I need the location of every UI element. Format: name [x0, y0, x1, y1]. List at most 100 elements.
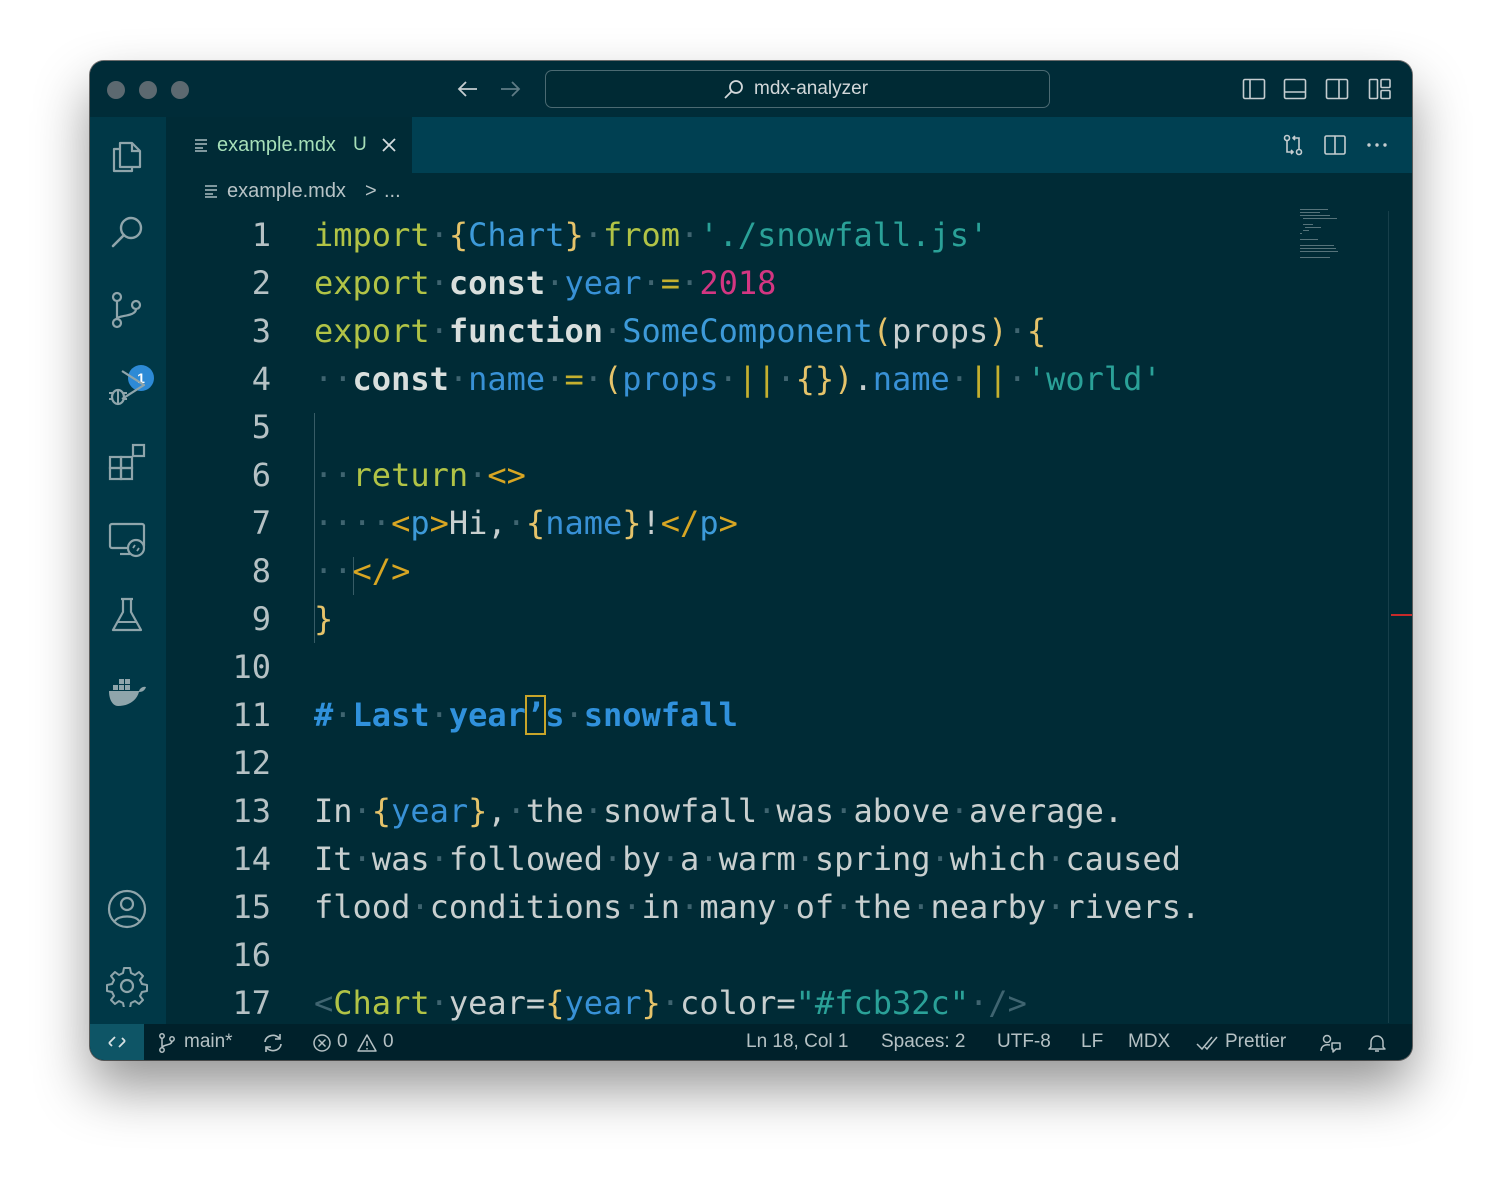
sync-icon[interactable]	[262, 1033, 284, 1053]
line-content: In·{year},·the·snowfall·was·above·averag…	[314, 792, 1124, 830]
feedback-icon[interactable]	[1319, 1033, 1341, 1053]
error-count[interactable]: 0	[337, 1024, 348, 1060]
file-text-icon	[205, 185, 217, 198]
formatter[interactable]: Prettier	[1225, 1024, 1286, 1060]
editor-tab-bar: example.mdx U	[166, 117, 1412, 173]
remote-icon	[108, 1036, 126, 1048]
line-content: ····<p>Hi,·{name}!</p>	[314, 504, 738, 542]
toggle-secondary-sidebar-icon[interactable]	[1325, 77, 1349, 101]
code-line: 8 ··</>	[166, 547, 1316, 595]
account-icon[interactable]	[106, 888, 148, 930]
source-control-icon[interactable]	[106, 289, 148, 331]
command-center[interactable]: mdx-analyzer	[545, 70, 1050, 108]
error-icon	[313, 1034, 331, 1052]
tab-example-mdx[interactable]: example.mdx U	[166, 117, 412, 173]
search-icon	[724, 80, 743, 99]
line-number: 3	[251, 312, 271, 350]
breadcrumb-more[interactable]: ...	[384, 179, 401, 203]
search-icon[interactable]	[106, 212, 148, 254]
warning-icon	[357, 1034, 377, 1052]
end-of-line[interactable]: LF	[1081, 1024, 1103, 1060]
line-number: 17	[232, 984, 271, 1022]
indentation[interactable]: Spaces: 2	[881, 1024, 966, 1060]
line-content: It·was·followed·by·a·warm·spring·which·c…	[314, 840, 1181, 878]
vertical-scrollbar[interactable]	[1388, 211, 1412, 1023]
title-bar: mdx-analyzer	[90, 61, 1412, 117]
line-content: import·{Chart}·from·'./snowfall.js'	[314, 216, 989, 254]
line-content: export·function·SomeComponent(props)·{	[314, 312, 1047, 350]
line-number: 9	[251, 600, 271, 638]
gear-icon[interactable]	[106, 965, 148, 1007]
toggle-primary-sidebar-icon[interactable]	[1242, 77, 1266, 101]
tab-label: example.mdx	[217, 134, 336, 156]
text-cursor-highlight: ’	[524, 695, 547, 735]
code-line: 10	[166, 643, 1316, 691]
code-line: 9}	[166, 595, 1316, 643]
remote-explorer-icon[interactable]	[106, 518, 148, 560]
line-content: }	[314, 600, 334, 638]
remote-indicator[interactable]	[90, 1024, 144, 1060]
line-content: ··const·name·=·(props·||·{}).name·||·'wo…	[314, 360, 1162, 398]
branch-indicator[interactable]: main*	[184, 1024, 233, 1060]
line-number: 14	[232, 840, 271, 878]
arrow-left-icon	[457, 81, 477, 97]
code-line: 4 ··const·name·=·(props·||·{}).name·||·'w…	[166, 355, 1316, 403]
code-line: 15 flood·conditions·in·many·of·the·nearby…	[166, 883, 1316, 931]
warning-count[interactable]: 0	[383, 1024, 394, 1060]
go-forward-button[interactable]	[498, 75, 522, 108]
git-branch-icon	[159, 1033, 175, 1053]
code-line: 2 export·const·year·=·2018	[166, 259, 1316, 307]
line-number: 4	[251, 360, 271, 398]
close-window-button[interactable]	[107, 81, 125, 99]
open-changes-icon[interactable]	[1281, 133, 1305, 157]
line-number: 13	[232, 792, 271, 830]
scrollbar-problem-marker	[1391, 614, 1412, 616]
line-number: 7	[251, 504, 271, 542]
code-line: 3 export·function·SomeComponent(props)·{	[166, 307, 1316, 355]
line-content: export·const·year·=·2018	[314, 264, 777, 302]
line-content: <Chart·year={year}·color="#fcb32c"·/>	[314, 984, 1027, 1022]
code-line: 17 <Chart·year={year}·color="#fcb32c"·/>	[166, 979, 1316, 1027]
line-number: 6	[251, 456, 271, 494]
check-all-icon	[1196, 1036, 1218, 1051]
breadcrumb-separator: >	[365, 180, 377, 202]
encoding[interactable]: UTF-8	[997, 1024, 1051, 1060]
line-content: ··</>	[314, 552, 411, 590]
split-editor-icon[interactable]	[1323, 133, 1347, 157]
line-number: 8	[251, 552, 271, 590]
code-line: 6 ··return·<>	[166, 451, 1316, 499]
zoom-window-button[interactable]	[171, 81, 189, 99]
bell-icon[interactable]	[1367, 1033, 1387, 1053]
breadcrumb-file[interactable]: example.mdx	[227, 179, 346, 203]
line-number: 16	[232, 936, 271, 974]
line-number: 5	[251, 408, 271, 446]
docker-icon[interactable]	[106, 670, 148, 712]
extensions-icon[interactable]	[106, 441, 148, 483]
line-number: 1	[251, 216, 271, 254]
code-line: 5	[166, 403, 1316, 451]
more-actions-icon[interactable]	[1365, 133, 1389, 157]
code-line: 7 ····<p>Hi,·{name}!</p>	[166, 499, 1316, 547]
close-icon[interactable]	[380, 136, 398, 154]
beaker-icon[interactable]	[106, 594, 148, 636]
minimap[interactable]	[1300, 209, 1380, 267]
line-content: #·Last·year’s·snowfall	[314, 695, 738, 735]
code-line: 13 In·{year},·the·snowfall·was·above·aver…	[166, 787, 1316, 835]
line-number: 11	[232, 696, 271, 734]
minimize-window-button[interactable]	[139, 81, 157, 99]
cursor-position[interactable]: Ln 18, Col 1	[746, 1024, 848, 1060]
go-back-button[interactable]	[456, 75, 480, 108]
arrow-right-icon	[501, 81, 521, 97]
code-line: 1 import·{Chart}·from·'./snowfall.js'	[166, 211, 1316, 259]
files-icon[interactable]	[106, 135, 148, 177]
toggle-panel-icon[interactable]	[1283, 77, 1307, 101]
language-mode[interactable]: MDX	[1128, 1024, 1170, 1060]
line-number: 10	[232, 648, 271, 686]
line-number: 15	[232, 888, 271, 926]
line-content: ··return·<>	[314, 456, 526, 494]
code-line: 11 #·Last·year’s·snowfall	[166, 691, 1316, 739]
line-content: flood·conditions·in·many·of·the·nearby·r…	[314, 888, 1201, 926]
run-debug-icon[interactable]	[106, 365, 148, 407]
customize-layout-icon[interactable]	[1368, 77, 1392, 101]
tab-status-untracked: U	[353, 134, 367, 155]
